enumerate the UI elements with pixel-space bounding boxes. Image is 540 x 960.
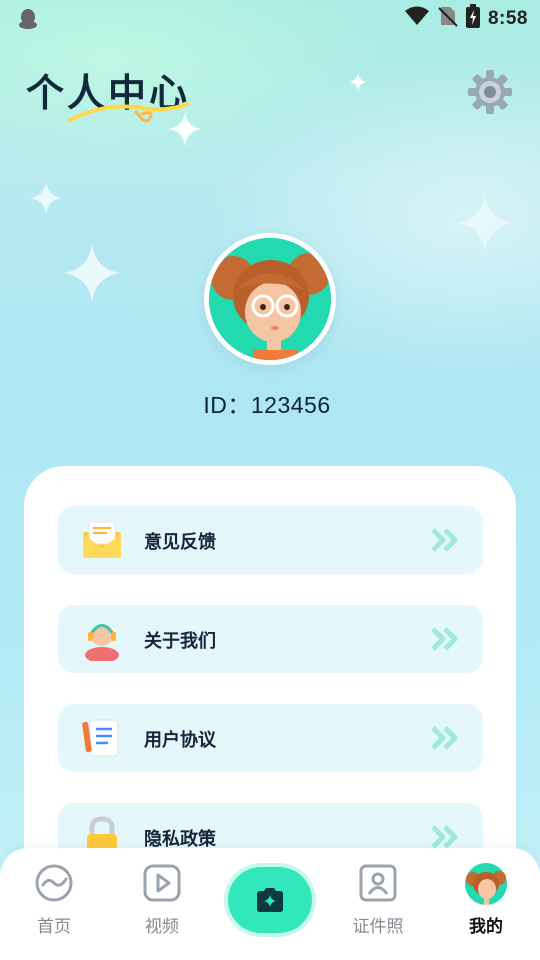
sparkle-decoration [456,194,514,252]
user-id: ID：123456 [203,392,331,418]
double-chevron-right-icon [431,825,458,849]
play-icon [143,864,181,902]
avatar-icon [465,863,507,905]
battery-charging-icon [465,4,480,33]
envelope-icon [83,521,121,558]
tab-mine[interactable]: 我的 [441,848,531,948]
camera-button[interactable] [228,867,312,933]
settings-button[interactable] [466,68,514,116]
double-chevron-right-icon [431,726,458,750]
tab-id-photo[interactable]: 证件照 [333,848,423,948]
sparkle-decoration [168,112,202,146]
headset-person-icon [85,624,119,661]
wifi-icon [404,6,430,31]
tab-label: 首页 [37,917,71,937]
profile-avatar[interactable] [204,233,336,365]
menu-item-feedback[interactable]: 意见反馈 [58,506,483,574]
status-bar: 8:58 [0,0,540,36]
sparkle-decoration [349,73,367,91]
gear-icon [468,70,512,114]
menu-item-label: 关于我们 [144,631,216,652]
sparkle-decoration [63,244,121,302]
home-swirl-icon [35,864,73,902]
double-chevron-right-icon [431,627,458,651]
status-time: 8:58 [487,7,528,29]
tab-label: 我的 [469,917,503,937]
tab-video[interactable]: 视频 [117,848,207,948]
double-chevron-right-icon [431,528,458,552]
menu-item-about[interactable]: 关于我们 [58,605,483,673]
camera-icon [257,888,283,912]
tab-home[interactable]: 首页 [9,848,99,948]
menu-item-label: 意见反馈 [144,532,216,553]
document-pencil-icon [82,719,119,757]
menu-item-user-agreement[interactable]: 用户协议 [58,704,483,772]
id-photo-icon [359,864,397,902]
no-sim-icon [438,5,458,32]
tab-label: 视频 [145,917,179,937]
cartoon-girl-avatar-icon [209,238,331,360]
sparkle-decoration [30,182,62,214]
menu-card: 意见反馈 关于我们 用户协议 隐私政策 [24,466,516,886]
tab-label: 证件照 [352,917,404,937]
menu-item-label: 用户协议 [144,730,216,751]
qq-penguin-icon [18,8,38,35]
